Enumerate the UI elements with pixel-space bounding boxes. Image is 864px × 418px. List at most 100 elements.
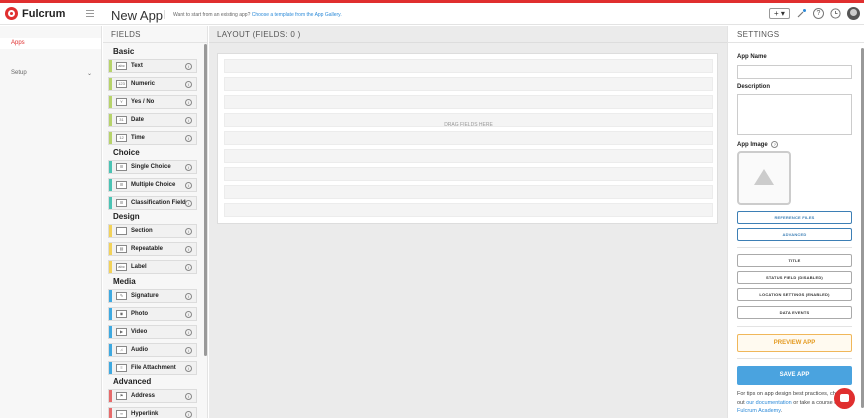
numeric-icon: 123 — [116, 80, 127, 88]
info-icon[interactable]: i — [185, 117, 192, 124]
preview-app-button[interactable]: PREVIEW APP — [737, 334, 852, 352]
field-type-address[interactable]: ⚑ Address i — [108, 389, 197, 403]
header-divider — [164, 10, 165, 19]
field-type-numeric[interactable]: 123 Numeric i — [108, 77, 197, 91]
drag-fields-hint: DRAG FIELDS HERE — [444, 122, 493, 128]
help-icon[interactable]: ? — [771, 141, 779, 148]
settings-panel: SETTINGS App Name Description App Image … — [727, 26, 864, 418]
info-icon[interactable]: i — [185, 200, 192, 207]
status-field-button[interactable]: STATUS FIELD (DISABLED) — [737, 271, 852, 284]
chevron-down-icon[interactable]: ⌄ — [87, 70, 92, 77]
field-type-single-choice[interactable]: ☰ Single Choice i — [108, 160, 197, 174]
collapse-menu-icon[interactable] — [86, 10, 94, 17]
info-icon[interactable]: i — [185, 293, 192, 300]
divider — [209, 42, 727, 43]
field-type-repeatable[interactable]: ▤ Repeatable i — [108, 242, 197, 256]
info-icon[interactable]: i — [185, 347, 192, 354]
date-icon: 31 — [116, 116, 127, 124]
info-icon[interactable]: i — [185, 264, 192, 271]
field-type-label: Time — [131, 135, 145, 141]
save-app-button[interactable]: SAVE APP — [737, 366, 852, 385]
add-menu-button[interactable]: + ▾ — [769, 8, 790, 19]
category-choice: Choice — [113, 148, 140, 157]
fulcrum-academy-link[interactable]: Fulcrum Academy — [737, 408, 781, 414]
chat-support-icon[interactable] — [834, 388, 855, 409]
app-name-input[interactable] — [737, 65, 852, 79]
app-image-label: App Image ? — [737, 141, 779, 149]
field-type-classification-field[interactable]: ☰ Classification Field i — [108, 196, 197, 210]
location-settings-button[interactable]: LOCATION SETTINGS (ENABLED) — [737, 288, 852, 301]
title-button[interactable]: TITLE — [737, 254, 852, 267]
field-type-label: Photo — [131, 311, 148, 317]
category-media: Media — [113, 277, 136, 286]
video-icon: ▶ — [116, 328, 127, 336]
fulcrum-logo-icon — [5, 7, 18, 20]
info-icon[interactable]: i — [185, 164, 192, 171]
fields-scrollbar[interactable] — [204, 44, 207, 356]
field-type-signature[interactable]: ✎ Signature i — [108, 289, 197, 303]
field-type-label: Single Choice — [131, 164, 171, 170]
documentation-link[interactable]: our documentation — [746, 400, 792, 406]
field-type-multiple-choice[interactable]: ☰ Multiple Choice i — [108, 178, 197, 192]
field-type-text[interactable]: abc Text i — [108, 59, 197, 73]
repeatable-icon: ▤ — [116, 245, 127, 253]
nav-item-setup[interactable]: Setup — [11, 70, 27, 76]
dropzone-slot — [224, 203, 713, 217]
description-input[interactable] — [737, 94, 852, 135]
field-type-time[interactable]: 12 Time i — [108, 131, 197, 145]
field-type-yes-no[interactable]: Y Yes / No i — [108, 95, 197, 109]
field-type-label: File Attachment — [131, 365, 176, 371]
data-events-button[interactable]: DATA EVENTS — [737, 306, 852, 319]
app-image-upload[interactable] — [737, 151, 791, 205]
field-category-color — [109, 344, 112, 356]
field-type-label: Label — [131, 264, 147, 270]
info-icon[interactable]: i — [185, 311, 192, 318]
info-icon[interactable]: i — [185, 182, 192, 189]
section-icon — [116, 227, 127, 235]
field-type-date[interactable]: 31 Date i — [108, 113, 197, 127]
field-type-label[interactable]: abc Label i — [108, 260, 197, 274]
field-type-label: Signature — [131, 293, 159, 299]
info-icon[interactable]: i — [185, 393, 192, 400]
field-type-label: Yes / No — [131, 99, 155, 105]
user-avatar[interactable] — [847, 7, 860, 20]
divider — [103, 42, 207, 43]
info-icon[interactable]: i — [185, 365, 192, 372]
field-type-hyperlink[interactable]: ∞ Hyperlink i — [108, 407, 197, 418]
nav-item-apps[interactable]: Apps — [0, 38, 101, 49]
field-type-section[interactable]: Section i — [108, 224, 197, 238]
info-icon[interactable]: i — [185, 228, 192, 235]
help-icon[interactable]: ? — [813, 8, 824, 19]
reference-files-button[interactable]: REFERENCE FILES — [737, 211, 852, 224]
info-icon[interactable]: i — [185, 135, 192, 142]
info-icon[interactable]: i — [185, 329, 192, 336]
info-icon[interactable]: i — [185, 63, 192, 70]
dropzone-slot — [224, 185, 713, 199]
info-icon[interactable]: i — [185, 99, 192, 106]
field-type-photo[interactable]: ◉ Photo i — [108, 307, 197, 321]
wand-icon[interactable] — [796, 8, 807, 19]
field-type-file-attachment[interactable]: ≡ File Attachment i — [108, 361, 197, 375]
classification-field-icon: ☰ — [116, 199, 127, 207]
info-icon[interactable]: i — [185, 411, 192, 418]
info-icon[interactable]: i — [185, 81, 192, 88]
layout-dropzone[interactable]: DRAG FIELDS HERE — [217, 53, 718, 224]
field-type-label: Section — [131, 228, 153, 234]
app-gallery-link[interactable]: Choose a template from the App Gallery. — [252, 12, 342, 18]
app-image-label-text: App Image — [737, 142, 768, 149]
dropzone-slot — [224, 95, 713, 109]
field-type-audio[interactable]: ♫ Audio i — [108, 343, 197, 357]
field-type-video[interactable]: ▶ Video i — [108, 325, 197, 339]
info-icon[interactable]: i — [185, 246, 192, 253]
field-category-color — [109, 326, 112, 338]
fulcrum-logo[interactable]: Fulcrum — [5, 7, 65, 20]
clock-icon[interactable] — [830, 8, 841, 19]
tips-text-3: . — [780, 408, 783, 414]
field-category-color — [109, 179, 112, 191]
multiple-choice-icon: ☰ — [116, 181, 127, 189]
field-category-color — [109, 132, 112, 144]
advanced-button[interactable]: ADVANCED — [737, 228, 852, 241]
divider — [737, 247, 852, 248]
field-category-color — [109, 197, 112, 209]
app-name-label: App Name — [737, 54, 767, 60]
